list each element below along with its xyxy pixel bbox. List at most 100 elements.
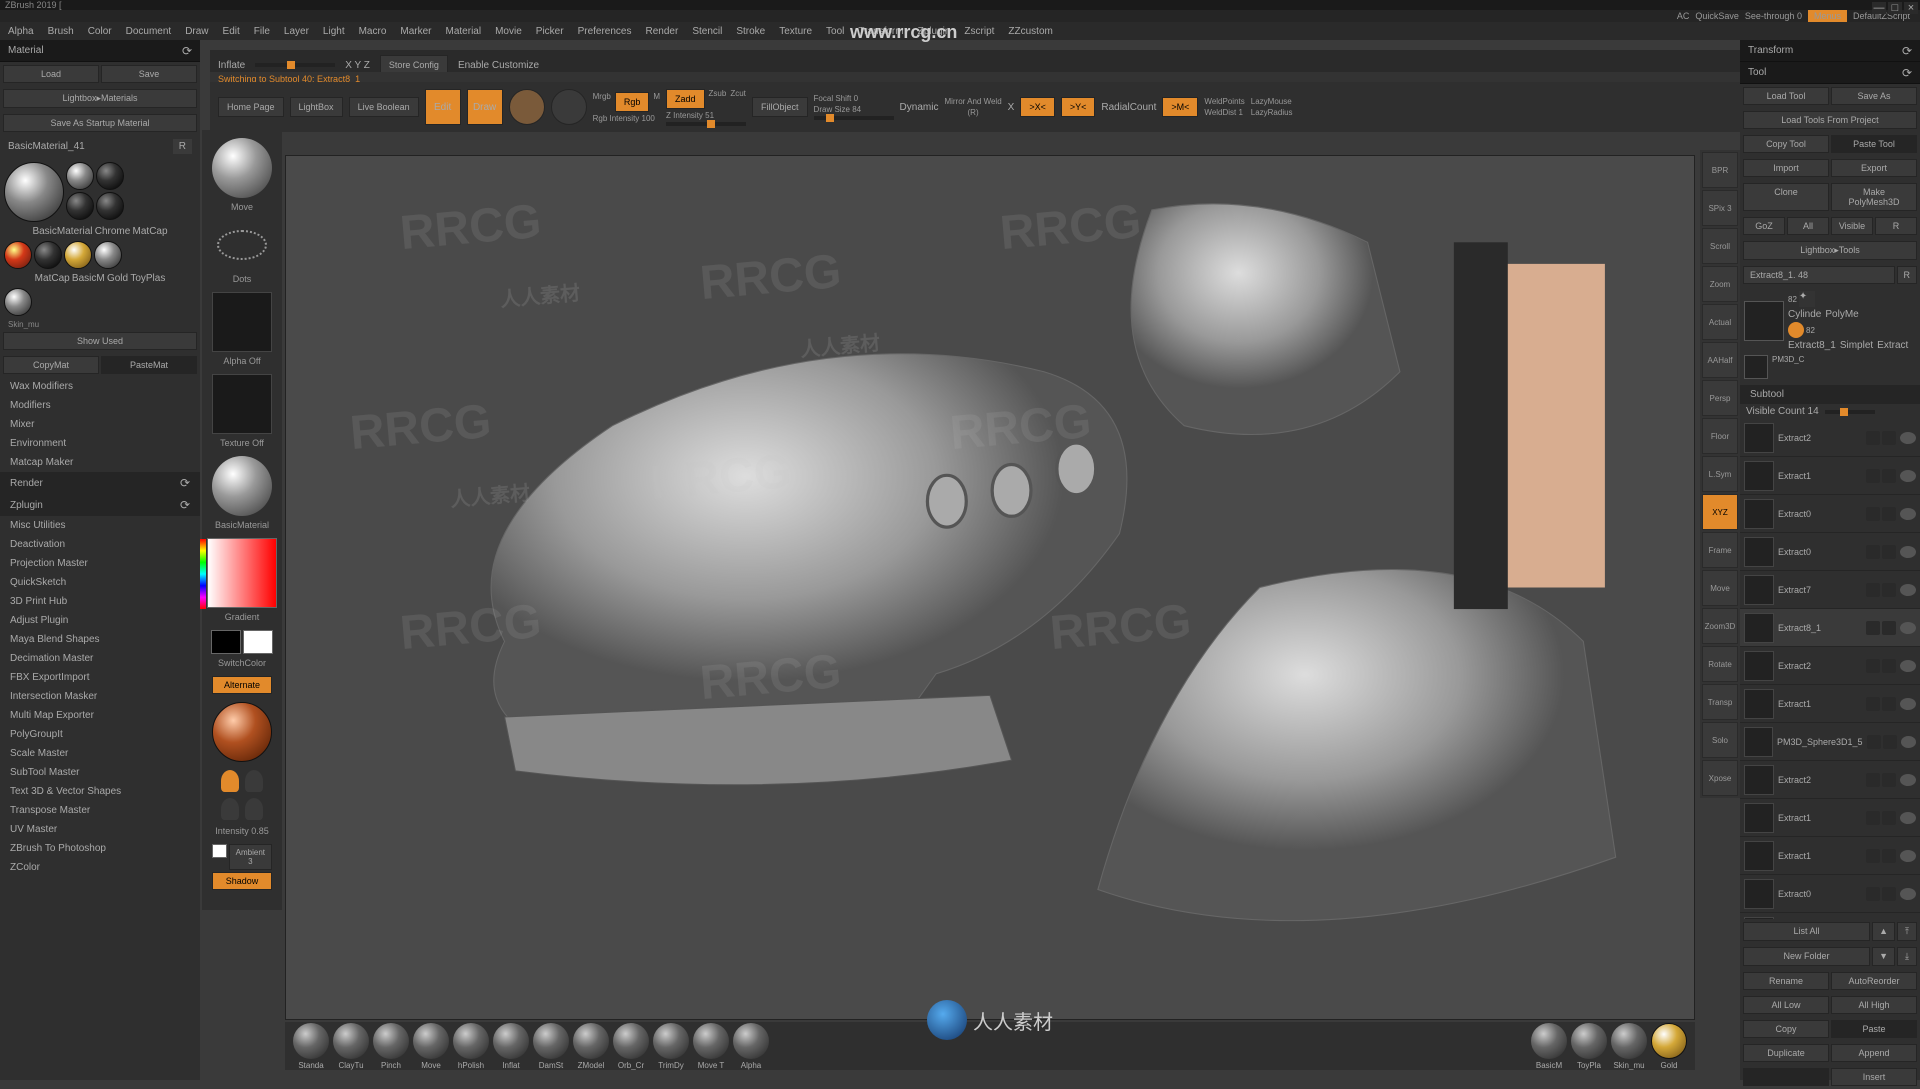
subtool-row[interactable]: Extract2 xyxy=(1740,647,1920,685)
color-swatch-white[interactable] xyxy=(243,630,273,654)
material-basicm[interactable]: BasicM xyxy=(1531,1023,1567,1070)
plugin-polygroupit[interactable]: PolyGroupIt xyxy=(0,725,200,744)
mirror-m-button[interactable]: >M< xyxy=(1162,97,1198,117)
visibility-icon[interactable] xyxy=(1900,584,1916,596)
enable-customize-button[interactable]: Enable Customize xyxy=(458,60,539,71)
menu-zzcustom[interactable]: ZZcustom xyxy=(1008,26,1052,37)
viewport-scroll-button[interactable]: Scroll xyxy=(1702,228,1738,264)
arrow-down-icon[interactable]: ▼ xyxy=(1872,947,1895,966)
menu-alpha[interactable]: Alpha xyxy=(8,26,34,37)
save-startup-material-button[interactable]: Save As Startup Material xyxy=(3,114,197,132)
close-icon[interactable]: × xyxy=(1904,2,1918,14)
import-button[interactable]: Import xyxy=(1743,159,1829,177)
refresh-icon[interactable]: ⟳ xyxy=(1902,66,1912,80)
allhigh-button[interactable]: All High xyxy=(1831,996,1917,1014)
viewport-rotate-button[interactable]: Rotate xyxy=(1702,646,1738,682)
visibility-icon[interactable] xyxy=(1900,698,1916,710)
fill-icon[interactable] xyxy=(1882,469,1896,483)
menu-zscript[interactable]: Zscript xyxy=(964,26,994,37)
viewport-xyz-button[interactable]: XYZ xyxy=(1702,494,1738,530)
arrow-top-icon[interactable]: ⤒ xyxy=(1897,922,1917,941)
duplicate-button[interactable]: Duplicate xyxy=(1743,1044,1829,1062)
menu-marker[interactable]: Marker xyxy=(400,26,431,37)
plugin-subtool-master[interactable]: SubTool Master xyxy=(0,763,200,782)
paintbrush-icon[interactable] xyxy=(1866,849,1880,863)
lightbox-button[interactable]: LightBox xyxy=(290,97,343,117)
plugin-3d-print-hub[interactable]: 3D Print Hub xyxy=(0,592,200,611)
shadow-button[interactable]: Shadow xyxy=(212,872,272,890)
viewport-lsym-button[interactable]: L.Sym xyxy=(1702,456,1738,492)
material-matcap2[interactable] xyxy=(4,241,32,269)
brush-orb_cr[interactable]: Orb_Cr xyxy=(613,1023,649,1070)
viewport-solo-button[interactable]: Solo xyxy=(1702,722,1738,758)
paste-subtool-button[interactable]: Paste xyxy=(1831,1020,1917,1038)
section-modifiers[interactable]: Modifiers xyxy=(0,396,200,415)
zadd-button[interactable]: Zadd xyxy=(666,89,705,109)
alllow-button[interactable]: All Low xyxy=(1743,996,1829,1014)
plugin-misc-utilities[interactable]: Misc Utilities xyxy=(0,516,200,535)
plugin-text-3d-&-vector-shapes[interactable]: Text 3D & Vector Shapes xyxy=(0,782,200,801)
paintbrush-icon[interactable] xyxy=(1866,507,1880,521)
material-toyplas[interactable] xyxy=(94,241,122,269)
paintbrush-icon[interactable] xyxy=(1866,545,1880,559)
refresh-icon[interactable]: ⟳ xyxy=(180,498,190,512)
plugin-uv-master[interactable]: UV Master xyxy=(0,820,200,839)
subtool-row[interactable]: Extract1 xyxy=(1740,685,1920,723)
brush-move t[interactable]: Move T xyxy=(693,1023,729,1070)
viewport-frame-button[interactable]: Frame xyxy=(1702,532,1738,568)
visibility-icon[interactable] xyxy=(1901,736,1916,748)
subtool-row[interactable]: Extract0 xyxy=(1740,533,1920,571)
load-button[interactable]: Load xyxy=(3,65,99,83)
light-color-swatch[interactable] xyxy=(212,844,227,858)
paintbrush-icon[interactable] xyxy=(1866,659,1880,673)
subtool-row[interactable]: Extract0 xyxy=(1740,495,1920,533)
viewport-xpose-button[interactable]: Xpose xyxy=(1702,760,1738,796)
clone-button[interactable]: Clone xyxy=(1743,183,1829,211)
goz-button[interactable]: GoZ xyxy=(1743,217,1785,235)
subtool-row[interactable]: PM3D_Sphere3D1_5 xyxy=(1740,723,1920,761)
fillobject-button[interactable]: FillObject xyxy=(752,97,808,117)
dynamic-button[interactable]: Dynamic xyxy=(900,102,939,113)
refresh-icon[interactable]: ⟳ xyxy=(182,44,192,58)
sphere-icon[interactable] xyxy=(1788,322,1804,338)
paintbrush-icon[interactable] xyxy=(1866,583,1880,597)
load-tool-button[interactable]: Load Tool xyxy=(1743,87,1829,105)
subtool-row[interactable]: Extract1 xyxy=(1740,457,1920,495)
fill-icon[interactable] xyxy=(1882,431,1896,445)
seethrough-slider[interactable]: See-through 0 xyxy=(1745,11,1802,21)
pm3d-thumb[interactable] xyxy=(1744,355,1768,379)
alternate-button[interactable]: Alternate xyxy=(212,676,272,694)
mrgb-button[interactable]: Mrgb xyxy=(593,92,611,112)
intensity-label[interactable]: Intensity 0.85 xyxy=(206,826,278,836)
alpha-slot[interactable] xyxy=(212,292,272,352)
subtool-row[interactable]: Extract1 xyxy=(1740,837,1920,875)
minimize-icon[interactable]: — xyxy=(1872,2,1886,14)
brush-inflat[interactable]: Inflat xyxy=(493,1023,529,1070)
brush-preview[interactable] xyxy=(212,138,272,198)
plugin-adjust-plugin[interactable]: Adjust Plugin xyxy=(0,611,200,630)
lightbox-materials-button[interactable]: Lightbox▸Materials xyxy=(3,89,197,108)
menu-picker[interactable]: Picker xyxy=(536,26,564,37)
autoreorder-button[interactable]: AutoReorder xyxy=(1831,972,1917,990)
plugin-deactivation[interactable]: Deactivation xyxy=(0,535,200,554)
live-boolean-button[interactable]: Live Boolean xyxy=(349,97,419,117)
menu-material[interactable]: Material xyxy=(446,26,482,37)
viewport-bpr-button[interactable]: BPR xyxy=(1702,152,1738,188)
xyz-label[interactable]: X Y Z xyxy=(345,60,370,71)
menus-button[interactable]: Menus xyxy=(1808,10,1847,22)
subtool-row[interactable]: Extract0 xyxy=(1740,875,1920,913)
material-gold[interactable]: Gold xyxy=(1651,1023,1687,1070)
subtool-header[interactable]: Subtool xyxy=(1750,389,1784,400)
paintbrush-icon[interactable] xyxy=(1866,621,1880,635)
home-page-button[interactable]: Home Page xyxy=(218,97,284,117)
plugin-decimation-master[interactable]: Decimation Master xyxy=(0,649,200,668)
lazyradius-label[interactable]: LazyRadius xyxy=(1251,108,1293,117)
viewport-persp-button[interactable]: Persp xyxy=(1702,380,1738,416)
menu-stroke[interactable]: Stroke xyxy=(736,26,765,37)
save-button[interactable]: Save xyxy=(101,65,197,83)
newfolder-button[interactable]: New Folder xyxy=(1743,947,1870,966)
fill-icon[interactable] xyxy=(1882,659,1896,673)
save-as-button[interactable]: Save As xyxy=(1831,87,1917,105)
gradient-label[interactable]: Gradient xyxy=(206,612,278,622)
visible-count-slider[interactable] xyxy=(1825,410,1875,414)
